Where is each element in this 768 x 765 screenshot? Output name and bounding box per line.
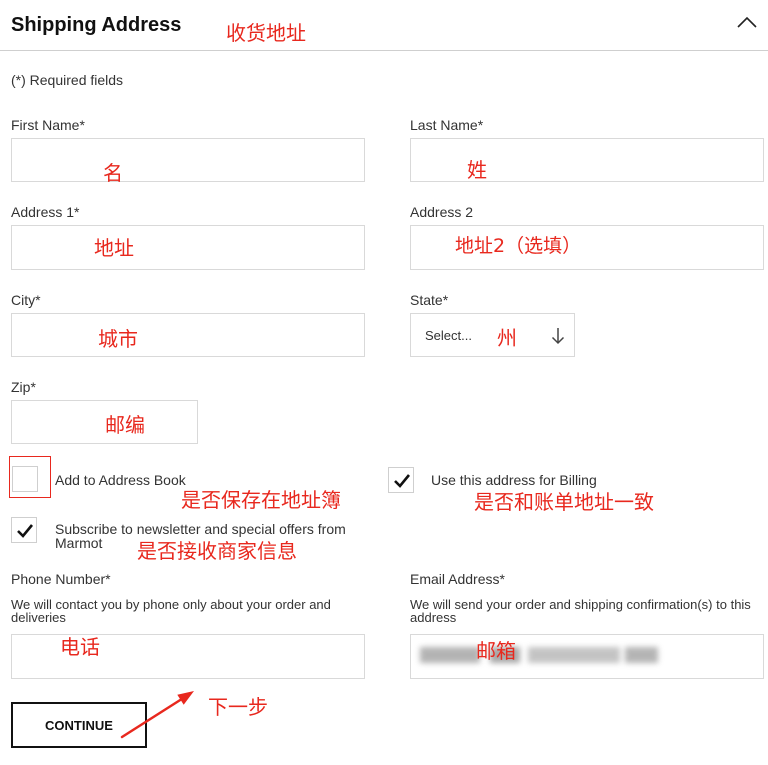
zip-input[interactable] — [11, 400, 198, 444]
add-to-address-book-checkbox[interactable] — [12, 466, 38, 492]
address2-label: Address 2 — [410, 204, 474, 220]
address2-input[interactable] — [410, 225, 764, 270]
first-name-input[interactable] — [11, 138, 365, 182]
address1-input[interactable] — [11, 225, 365, 270]
checkmark-icon — [394, 474, 411, 488]
last-name-label: Last Name* — [410, 117, 484, 133]
phone-label: Phone Number* — [11, 571, 111, 587]
email-help-text: We will send your order and shipping con… — [410, 597, 751, 625]
annotation-use-for-billing: 是否和账单地址一致 — [474, 490, 654, 514]
phone-input[interactable] — [11, 634, 365, 679]
state-select[interactable]: Select... — [410, 313, 575, 357]
last-name-input[interactable] — [410, 138, 764, 182]
arrow-down-icon — [551, 328, 565, 345]
add-to-address-book-label[interactable]: Add to Address Book — [55, 472, 186, 488]
email-label: Email Address* — [410, 571, 505, 587]
continue-button[interactable]: CONTINUE — [11, 702, 147, 748]
zip-label: Zip* — [11, 379, 36, 395]
state-label: State* — [410, 292, 449, 308]
chevron-up-icon[interactable] — [736, 14, 758, 30]
header-divider — [0, 50, 768, 51]
address1-label: Address 1* — [11, 204, 80, 220]
newsletter-label[interactable]: Subscribe to newsletter and special offe… — [55, 522, 367, 550]
annotation-continue: 下一步 — [208, 695, 268, 719]
phone-help-text: We will contact you by phone only about … — [11, 597, 331, 625]
newsletter-checkbox[interactable] — [11, 517, 37, 543]
section-title: Shipping Address — [11, 14, 182, 36]
email-input[interactable] — [410, 634, 764, 679]
city-input[interactable] — [11, 313, 365, 357]
use-for-billing-label[interactable]: Use this address for Billing — [431, 472, 597, 488]
city-label: City* — [11, 292, 41, 308]
required-fields-note: (*) Required fields — [11, 72, 124, 88]
annotation-header: 收货地址 — [226, 21, 306, 45]
first-name-label: First Name* — [11, 117, 85, 133]
use-for-billing-checkbox[interactable] — [388, 467, 414, 493]
annotation-add-to-address-book: 是否保存在地址簿 — [181, 488, 341, 512]
state-select-value: Select... — [425, 328, 472, 343]
checkmark-icon — [17, 524, 34, 538]
